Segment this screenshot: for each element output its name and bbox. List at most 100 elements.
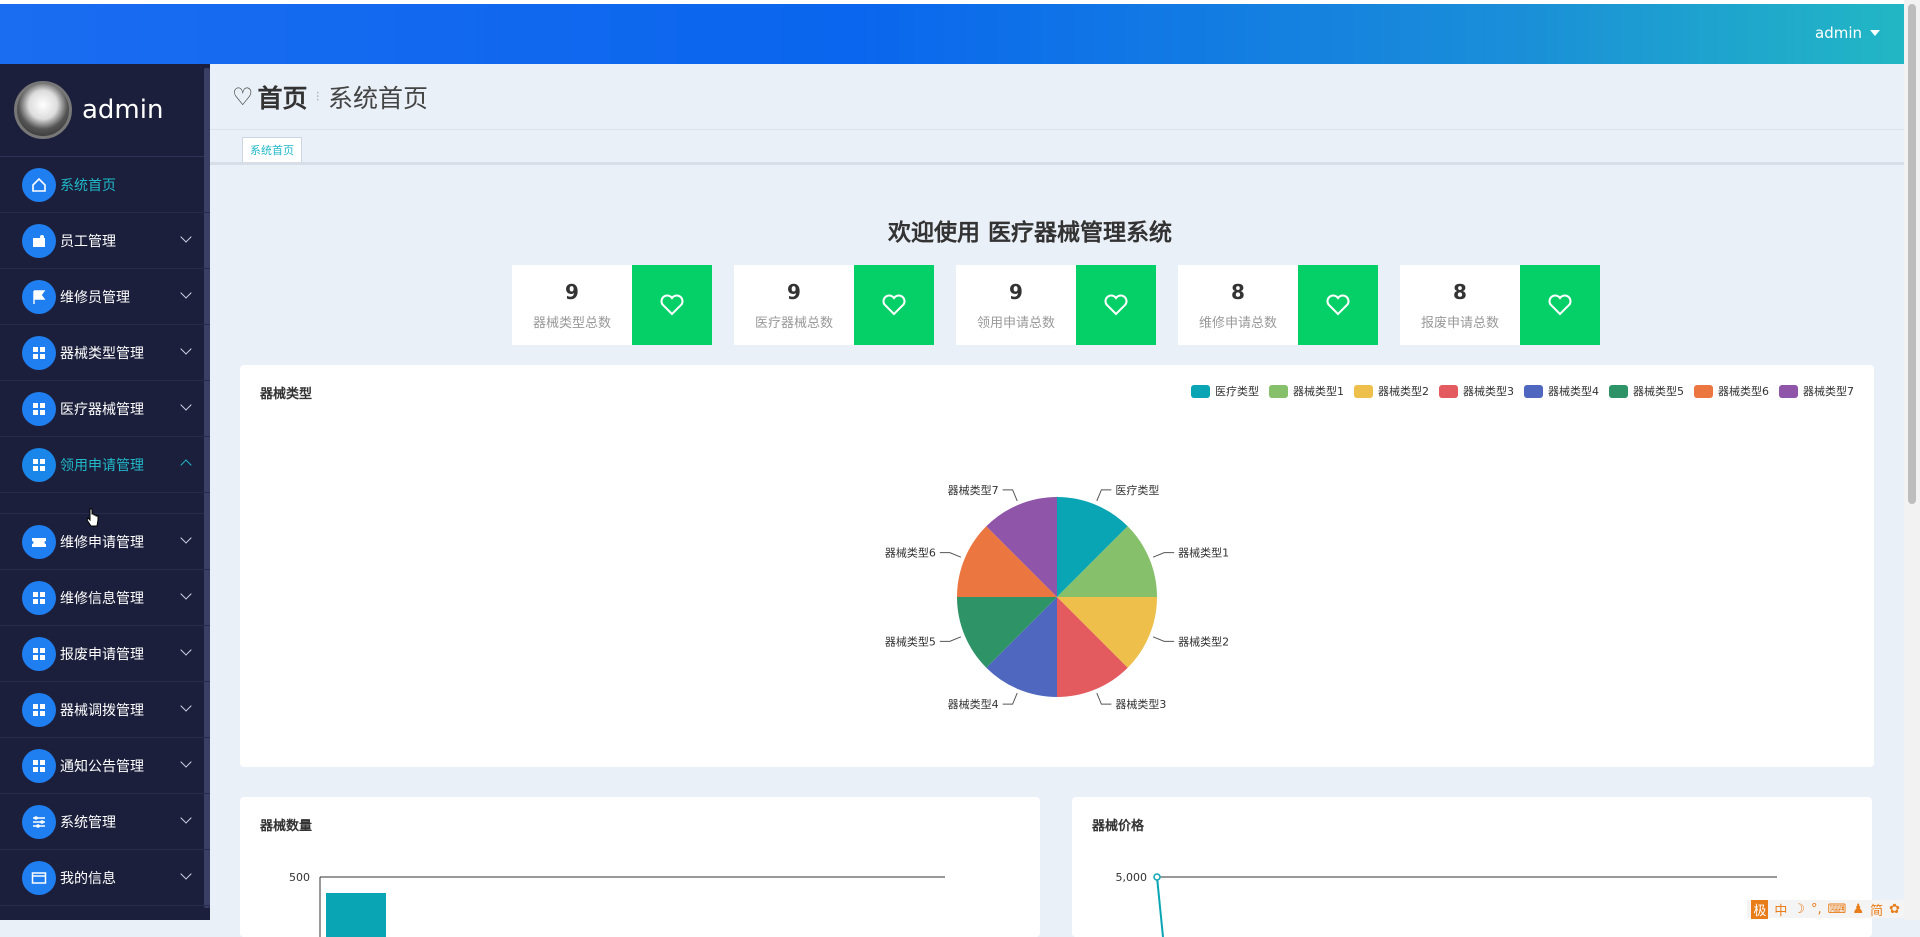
main-content: ♡ 首页 ⁝ 系统首页 系统首页 欢迎使用 医疗器械管理系统 9 器械类型总数 9 医… xyxy=(210,64,1904,937)
ticket-icon xyxy=(22,524,56,559)
ime-toolbar[interactable]: 极 中 ☽ °, ⌨ ♟ 简 ✿ xyxy=(1747,899,1904,919)
heart-icon xyxy=(660,294,684,316)
chevron-down-icon xyxy=(180,343,192,355)
pie-label-line xyxy=(1002,692,1018,705)
scrollbar-thumb[interactable] xyxy=(1908,4,1916,504)
heart-icon xyxy=(1104,294,1128,316)
grid-icon xyxy=(22,692,56,727)
page-scrollbar[interactable] xyxy=(1904,0,1920,920)
sidebar-item-2[interactable]: 维修员管理 xyxy=(0,269,210,325)
pie-label: 器械类型3 xyxy=(1115,697,1166,711)
stat-card: 9 器械类型总数 xyxy=(512,265,712,345)
user-card-icon xyxy=(22,223,56,258)
pie-label: 器械类型5 xyxy=(885,634,936,648)
page-title: 首页 xyxy=(257,83,308,113)
stat-icon-box xyxy=(1076,265,1156,345)
chevron-down-icon xyxy=(180,231,192,243)
heart-icon xyxy=(1548,294,1572,316)
sidebar-item-4[interactable]: 医疗器械管理 xyxy=(0,381,210,437)
chevron-down-icon xyxy=(180,812,192,824)
stat-label: 报废申请总数 xyxy=(1420,315,1499,331)
sidebar-item-label: 系统首页 xyxy=(60,177,116,194)
stat-card: 8 报废申请总数 xyxy=(1400,265,1600,345)
stat-value: 9 xyxy=(787,279,801,304)
quantity-card: 器械数量 500400 xyxy=(240,797,1040,937)
pie-label-line xyxy=(1002,489,1018,502)
ime-chinese-mode[interactable]: 中 xyxy=(1774,900,1787,919)
stat-value: 9 xyxy=(565,279,579,304)
sidebar-item-12[interactable]: 我的信息 xyxy=(0,850,210,906)
sidebar-item-label: 维修信息管理 xyxy=(60,590,144,607)
pie-label-line xyxy=(1096,692,1112,705)
pie-label: 器械类型1 xyxy=(1178,546,1229,560)
stats-row: 9 器械类型总数 9 医疗器械总数 9 领用申请总数 8 维修申请总数 8 报废申请总数 xyxy=(512,265,1600,345)
heart-icon: ♡ xyxy=(232,82,254,111)
sidebar-item-5[interactable]: 领用申请管理 xyxy=(0,437,210,493)
grid-icon xyxy=(22,335,56,370)
sidebar-menu: 系统首页员工管理 维修员管理器械类型管理医疗器械管理 领用申请管理维修申请管理 维修信… xyxy=(0,157,210,906)
tab-home[interactable]: 系统首页 xyxy=(242,137,302,162)
user-icon[interactable]: ♟ xyxy=(1852,902,1864,917)
sidebar-item-label: 器械类型管理 xyxy=(60,345,144,362)
stat-value: 8 xyxy=(1231,279,1245,304)
stat-value: 8 xyxy=(1453,279,1467,304)
sidebar-item-11[interactable]: 系统管理 xyxy=(0,794,210,850)
moon-icon[interactable]: ☽ xyxy=(1793,902,1805,917)
page-header: ♡ 首页 ⁝ 系统首页 xyxy=(210,64,1904,130)
sidebar-profile: admin xyxy=(0,64,210,157)
sidebar-item-label: 报废申请管理 xyxy=(60,646,144,663)
mouse-cursor-icon xyxy=(86,508,99,527)
pie-label-line xyxy=(1152,636,1175,642)
ime-logo-icon: 极 xyxy=(1751,899,1769,919)
avatar xyxy=(14,81,72,139)
settings-icon[interactable]: ✿ xyxy=(1889,902,1900,917)
stat-text: 9 医疗器械总数 xyxy=(734,265,854,345)
sidebar-item-label: 维修申请管理 xyxy=(60,534,144,551)
top-header: admin xyxy=(0,0,1904,64)
stat-icon-box xyxy=(1298,265,1378,345)
sidebar-item-10[interactable]: 通知公告管理 xyxy=(0,738,210,794)
grid-icon xyxy=(22,636,56,671)
user-menu[interactable]: admin xyxy=(1815,24,1880,42)
pie-label-line xyxy=(1096,489,1112,502)
submenu-collapsing xyxy=(0,493,210,514)
sidebar-item-8[interactable]: 报废申请管理 xyxy=(0,626,210,682)
y-tick-label: 5,000 xyxy=(1116,871,1148,884)
data-point[interactable] xyxy=(1153,873,1161,881)
chevron-down-icon xyxy=(180,588,192,600)
heart-icon xyxy=(882,294,906,316)
stat-card: 9 领用申请总数 xyxy=(956,265,1156,345)
stat-icon-box xyxy=(854,265,934,345)
sidebar-item-7[interactable]: 维修信息管理 xyxy=(0,570,210,626)
chevron-down-icon xyxy=(180,644,192,656)
pie-label: 器械类型2 xyxy=(1178,634,1229,648)
bar-chart: 500400 xyxy=(289,871,945,937)
caret-down-icon xyxy=(1870,30,1880,36)
sidebar-item-3[interactable]: 器械类型管理 xyxy=(0,325,210,381)
sidebar-item-label: 器械调拨管理 xyxy=(60,702,144,719)
stat-card: 9 医疗器械总数 xyxy=(734,265,934,345)
keyboard-icon[interactable]: ⌨ xyxy=(1828,902,1847,917)
ime-simplified[interactable]: 简 xyxy=(1870,900,1883,919)
pie-label: 器械类型4 xyxy=(948,697,999,711)
sidebar-item-1[interactable]: 员工管理 xyxy=(0,213,210,269)
breadcrumb-separator: ⁝ xyxy=(315,88,320,105)
bar[interactable] xyxy=(326,893,386,937)
stat-label: 领用申请总数 xyxy=(976,315,1055,331)
pie-label: 医疗类型 xyxy=(1115,483,1159,497)
punct-icon[interactable]: °, xyxy=(1811,902,1822,917)
sidebar-item-0[interactable]: 系统首页 xyxy=(0,157,210,213)
tab-bar: 系统首页 xyxy=(210,130,1904,165)
y-tick-label: 500 xyxy=(289,871,310,884)
chevron-down-icon xyxy=(180,700,192,712)
sidebar-item-6[interactable]: 维修申请管理 xyxy=(0,514,210,570)
welcome-heading: 欢迎使用 医疗器械管理系统 xyxy=(887,220,1172,246)
sidebar-item-9[interactable]: 器械调拨管理 xyxy=(0,682,210,738)
flag-icon xyxy=(22,279,56,314)
stat-label: 医疗器械总数 xyxy=(754,315,833,331)
heart-icon xyxy=(1326,294,1350,316)
stat-text: 9 器械类型总数 xyxy=(512,265,632,345)
page-subtitle: 系统首页 xyxy=(327,83,428,113)
pie-label-line xyxy=(939,552,962,558)
chevron-down-icon xyxy=(180,399,192,411)
